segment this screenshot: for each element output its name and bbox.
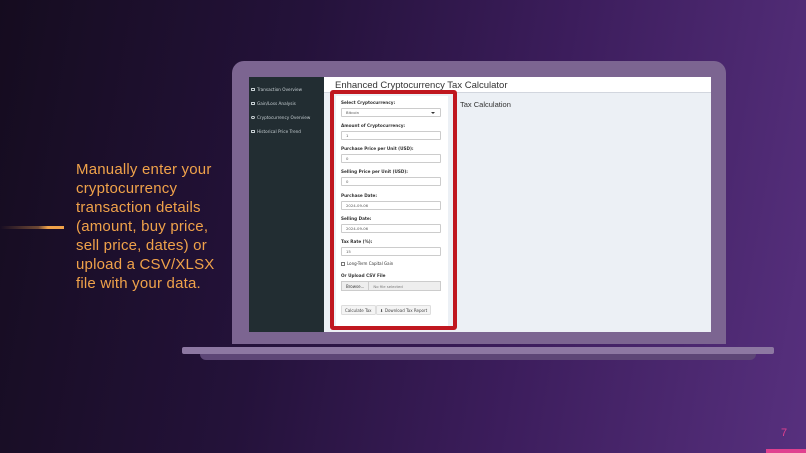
laptop-foot [200,354,756,360]
page-number: 7 [781,427,788,439]
sidebar-item-label: Gain/Loss Analysis [257,101,296,106]
app-screen: Transaction Overview Gain/Loss Analysis … [249,77,711,332]
pie-chart-icon [251,115,255,120]
sidebar-item-label: Cryptocurrency Overview [257,115,311,120]
line-chart-icon [251,101,255,106]
tax-calculation-title: Tax Calculation [460,100,511,109]
sidebar: Transaction Overview Gain/Loss Analysis … [249,77,324,332]
sidebar-item-cryptocurrency-overview[interactable]: Cryptocurrency Overview [251,113,310,122]
sidebar-item-transaction-overview[interactable]: Transaction Overview [251,85,302,94]
laptop-base [182,347,774,354]
sidebar-item-historical-price-trend[interactable]: Historical Price Trend [251,127,301,136]
line-chart-icon [251,129,255,134]
sidebar-item-gain-loss-analysis[interactable]: Gain/Loss Analysis [251,99,296,108]
page-accent-bar [766,449,806,453]
table-icon [251,87,255,92]
caption-accent-line [0,226,64,229]
slide-caption: Manually enter your cryptocurrency trans… [76,161,215,292]
sidebar-item-label: Historical Price Trend [257,129,301,134]
form-highlight-box [330,90,457,330]
sidebar-item-label: Transaction Overview [257,87,303,92]
